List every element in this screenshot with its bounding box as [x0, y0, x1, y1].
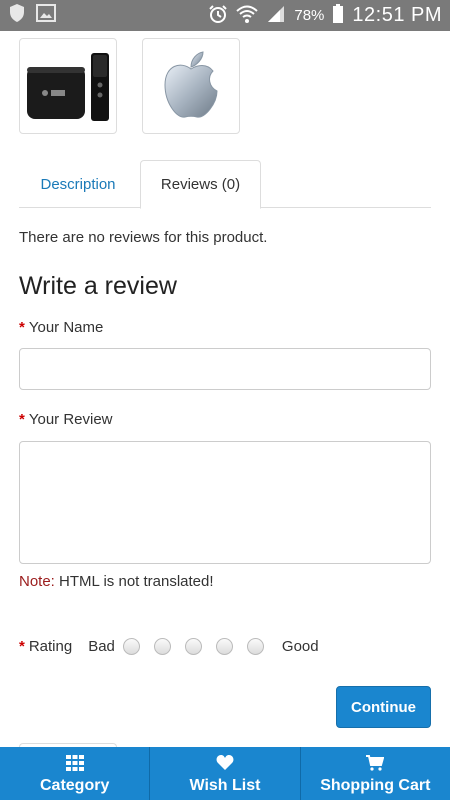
- heart-icon: [216, 753, 234, 773]
- signal-icon: [266, 5, 286, 27]
- alarm-icon: [208, 4, 228, 28]
- image-icon: [36, 4, 56, 27]
- nav-wishlist-label: Wish List: [189, 776, 261, 794]
- note-key: Note:: [19, 573, 55, 590]
- bottom-nav: Category Wish List Shopping Cart: [0, 747, 450, 800]
- nav-category-label: Category: [39, 776, 110, 794]
- name-label-text: Your Name: [28, 319, 104, 336]
- note-text: HTML is not translated!: [54, 573, 214, 590]
- review-label: * Your Review: [19, 411, 113, 428]
- nav-shopping-cart[interactable]: Shopping Cart: [301, 747, 450, 800]
- apple-tv-image: [27, 53, 109, 121]
- rating-radio-1[interactable]: [122, 637, 140, 655]
- tab-description[interactable]: Description: [19, 160, 137, 208]
- rating-row: * Rating Bad Good: [19, 634, 319, 658]
- rating-label-text: Rating: [28, 637, 73, 655]
- review-label-text: Your Review: [28, 411, 113, 428]
- product-tabs: Description Reviews (0): [19, 160, 431, 209]
- apple-logo-image: [164, 51, 218, 118]
- battery-icon: [332, 3, 344, 28]
- review-textarea[interactable]: [19, 441, 431, 564]
- no-reviews-text: There are no reviews for this product.: [19, 229, 268, 246]
- cart-icon: [366, 753, 385, 773]
- name-label: * Your Name: [19, 319, 103, 336]
- rating-radio-3[interactable]: [184, 637, 202, 655]
- rating-good-label: Good: [281, 637, 319, 655]
- rating-label: * Rating: [19, 638, 72, 655]
- html-note: Note: HTML is not translated!: [19, 573, 214, 590]
- product-thumbnails: [19, 38, 240, 134]
- rating-radio-2[interactable]: [153, 637, 171, 655]
- tab-reviews[interactable]: Reviews (0): [140, 160, 261, 209]
- required-marker: *: [19, 319, 25, 336]
- required-marker: *: [19, 411, 25, 428]
- clock: 12:51 PM: [352, 4, 442, 26]
- name-field[interactable]: [19, 348, 431, 390]
- wifi-icon: [236, 4, 259, 28]
- nav-wishlist[interactable]: Wish List: [150, 747, 301, 800]
- shield-icon: [8, 3, 26, 28]
- rating-radio-4[interactable]: [215, 637, 233, 655]
- rating-radio-5[interactable]: [246, 637, 264, 655]
- nav-shopping-cart-label: Shopping Cart: [320, 776, 431, 794]
- thumbnail-apple-tv[interactable]: [19, 38, 117, 134]
- nav-category[interactable]: Category: [0, 747, 151, 800]
- battery-percent: 78%: [294, 7, 325, 24]
- thumbnail-apple-logo[interactable]: [142, 38, 240, 134]
- write-review-heading: Write a review: [19, 272, 177, 300]
- continue-button[interactable]: Continue: [336, 686, 431, 728]
- rating-bad-label: Bad: [88, 637, 115, 655]
- status-bar: 78% 12:51 PM: [0, 0, 450, 31]
- required-marker: *: [19, 637, 25, 655]
- grid-icon: [65, 753, 84, 773]
